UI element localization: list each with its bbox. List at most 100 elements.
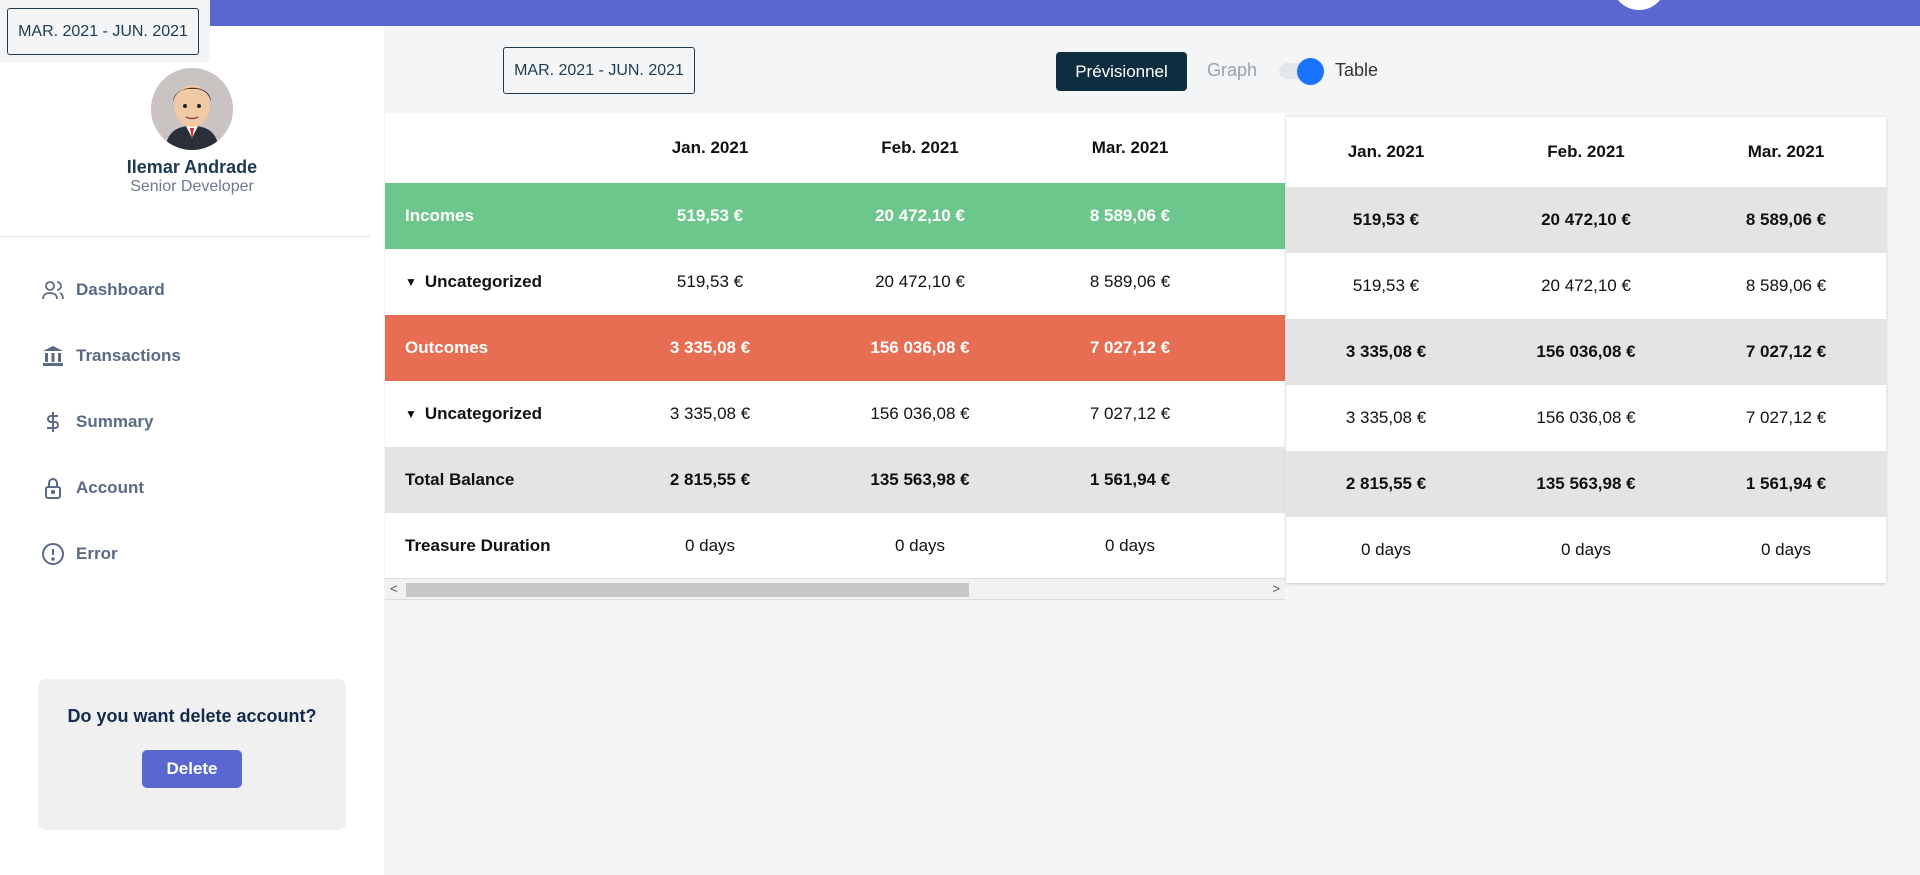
table-cell: 135 563,98 € <box>1536 474 1636 493</box>
sidebar-item-label: Error <box>76 544 118 563</box>
table-cell: 519,53 € <box>676 272 744 291</box>
table-cell: 20 472,10 € <box>875 206 965 225</box>
user-name: Ilemar Andrade <box>126 157 258 177</box>
sidebar-item-label: Transactions <box>76 346 181 365</box>
table-cell: 156 036,08 € <box>870 338 970 357</box>
date-range-button[interactable]: MAR. 2021 - JUN. 2021 <box>7 8 199 55</box>
delete-button[interactable]: Delete <box>142 750 242 788</box>
table-cell: 0 days <box>1360 540 1412 559</box>
sidebar-item-transactions[interactable]: Transactions <box>40 341 181 371</box>
table-cell: 0 days <box>1760 540 1812 559</box>
table-row: 3 335,08 € 156 036,08 € 7 027,12 € <box>1286 319 1886 385</box>
column-header: Mar. 2021 <box>1747 142 1825 161</box>
column-header: Mar. 2021 <box>1091 138 1169 157</box>
alert-circle-icon <box>40 541 66 567</box>
sub-label: Uncategorized <box>424 272 543 291</box>
table-cell: 8 589,06 € <box>1089 206 1171 225</box>
lock-icon <box>40 475 66 501</box>
table-cell: 135 563,98 € <box>870 470 970 489</box>
table-cell: 20 472,10 € <box>1541 276 1631 295</box>
top-avatar[interactable] <box>1612 0 1666 10</box>
row-label: Incomes <box>405 206 474 225</box>
table-cell: 7 027,12 € <box>1745 342 1827 361</box>
column-header: Jan. 2021 <box>1347 142 1425 161</box>
chevron-down-icon[interactable]: ▼ <box>405 275 417 289</box>
table-header-row: Jan. 2021 Feb. 2021 Mar. 2021 <box>385 113 1285 183</box>
row-label: Outcomes <box>405 338 489 357</box>
table-cell: 20 472,10 € <box>875 272 965 291</box>
sidebar-item-label: Summary <box>76 412 154 431</box>
column-header: Feb. 2021 <box>1547 142 1625 161</box>
table-label: Table <box>1335 60 1379 80</box>
total-balance-row: Total Balance 2 815,55 € 135 563,98 € 1 … <box>385 447 1285 513</box>
table-cell: 7 027,12 € <box>1745 408 1827 427</box>
table-row: 519,53 € 20 472,10 € 8 589,06 € <box>1286 253 1886 319</box>
sidebar-item-account[interactable]: Account <box>40 473 144 503</box>
horizontal-scrollbar[interactable]: < > <box>385 578 1285 600</box>
table-header-row: Jan. 2021 Feb. 2021 Mar. 2021 <box>1286 117 1886 187</box>
table-cell: 519,53 € <box>676 206 744 225</box>
table-cell: 7 027,12 € <box>1089 338 1171 357</box>
table-cell: 0 days <box>1560 540 1612 559</box>
table-row: 519,53 € 20 472,10 € 8 589,06 € <box>1286 187 1886 253</box>
users-icon <box>40 277 66 303</box>
table-cell: 1 561,94 € <box>1745 474 1827 493</box>
table-cell: 2 815,55 € <box>669 470 751 489</box>
column-header: Feb. 2021 <box>881 138 959 157</box>
graph-label: Graph <box>1207 60 1258 80</box>
table-cell: 8 589,06 € <box>1745 210 1827 229</box>
sidebar-item-label: Account <box>76 478 144 497</box>
table-row: 2 815,55 € 135 563,98 € 1 561,94 € <box>1286 451 1886 517</box>
row-label: Total Balance <box>405 470 515 489</box>
sidebar-item-error[interactable]: Error <box>40 539 118 569</box>
incomes-uncategorized-row[interactable]: ▼ Uncategorized 519,53 € 20 472,10 € 8 5… <box>385 249 1285 315</box>
table-cell: 0 days <box>684 536 736 555</box>
sidebar-item-label: Dashboard <box>76 280 165 299</box>
previsionnel-button[interactable]: Prévisionnel <box>1056 52 1187 91</box>
sidebar: Ilemar Andrade Senior Developer Dashboar… <box>0 26 384 875</box>
table-cell: 7 027,12 € <box>1089 404 1171 423</box>
column-header: Jan. 2021 <box>671 138 749 157</box>
incomes-row: Incomes 519,53 € 20 472,10 € 8 589,06 € <box>385 183 1285 249</box>
table-cell: 1 561,94 € <box>1089 470 1171 489</box>
outcomes-row: Outcomes 3 335,08 € 156 036,08 € 7 027,1… <box>385 315 1285 381</box>
table-cell: 2 815,55 € <box>1345 474 1427 493</box>
scroll-right-icon[interactable]: > <box>1272 581 1280 596</box>
table-cell: 0 days <box>1104 536 1156 555</box>
table-row: 3 335,08 € 156 036,08 € 7 027,12 € <box>1286 385 1886 451</box>
table-cell: 3 335,08 € <box>1345 408 1427 427</box>
outcomes-uncategorized-row[interactable]: ▼ Uncategorized 3 335,08 € 156 036,08 € … <box>385 381 1285 447</box>
treasure-duration-row: Treasure Duration 0 days 0 days 0 days <box>385 513 1285 579</box>
bank-icon <box>40 343 66 369</box>
date-range-picker[interactable]: MAR. 2021 - JUN. 2021 <box>503 47 695 94</box>
table-cell: 3 335,08 € <box>1345 342 1427 361</box>
table-row: 0 days 0 days 0 days <box>1286 517 1886 583</box>
table-cell: 3 335,08 € <box>669 338 751 357</box>
view-toggle-knob[interactable] <box>1297 58 1324 85</box>
avatar <box>151 68 233 150</box>
table-cell: 156 036,08 € <box>1536 342 1636 361</box>
chevron-down-icon[interactable]: ▼ <box>405 407 417 421</box>
table-cell: 156 036,08 € <box>870 404 970 423</box>
row-label: Treasure Duration <box>405 536 551 555</box>
user-role: Senior Developer <box>130 178 254 195</box>
table-cell: 519,53 € <box>1352 276 1420 295</box>
table-cell: 3 335,08 € <box>669 404 751 423</box>
scroll-thumb[interactable] <box>406 583 969 597</box>
row-label[interactable]: ▼ Uncategorized <box>385 404 605 424</box>
row-label[interactable]: ▼ Uncategorized <box>385 272 605 292</box>
summary-table: Jan. 2021 Feb. 2021 Mar. 2021 519,53 € 2… <box>1286 117 1886 583</box>
forecast-table: Jan. 2021 Feb. 2021 Mar. 2021 Incomes 51… <box>385 113 1285 579</box>
table-cell: 8 589,06 € <box>1089 272 1171 291</box>
sidebar-divider <box>0 236 370 237</box>
top-bar <box>0 0 1920 26</box>
scroll-left-icon[interactable]: < <box>390 581 398 596</box>
sub-label: Uncategorized <box>424 404 543 423</box>
sidebar-item-summary[interactable]: Summary <box>40 407 153 437</box>
table-cell: 8 589,06 € <box>1745 276 1827 295</box>
sidebar-item-dashboard[interactable]: Dashboard <box>40 275 165 305</box>
dollar-icon <box>40 409 66 435</box>
table-cell: 519,53 € <box>1352 210 1420 229</box>
delete-question: Do you want delete account? <box>67 706 317 726</box>
table-cell: 20 472,10 € <box>1541 210 1631 229</box>
